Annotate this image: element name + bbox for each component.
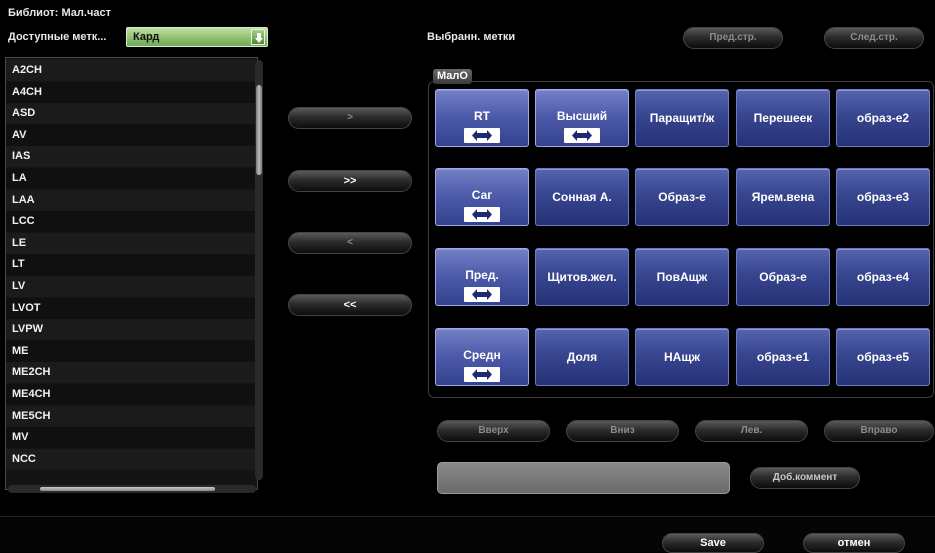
move-right-button[interactable]: Вправо <box>824 420 934 442</box>
tag-name: Доля <box>566 350 598 364</box>
tag-button[interactable]: НАщж <box>635 328 729 386</box>
next-page-button[interactable]: След.стр. <box>824 27 924 49</box>
list-item[interactable]: AV <box>6 124 256 146</box>
swap-arrows-icon <box>464 128 500 143</box>
tag-name: RT <box>474 109 490 123</box>
swap-arrows-icon <box>564 128 600 143</box>
list-item[interactable]: MV <box>6 427 256 449</box>
available-tags-list[interactable]: A2CH A4CH ASD AV IAS LA LAA LCC LE LT LV LVOT LVPW ME… <box>5 57 258 490</box>
list-item[interactable]: ME <box>6 340 256 362</box>
tag-button[interactable]: Перешеек <box>736 89 830 147</box>
list-item[interactable]: LVPW <box>6 319 256 341</box>
tag-button[interactable]: Образ-е <box>736 248 830 306</box>
tag-button[interactable]: образ-е4 <box>836 248 930 306</box>
tag-name: образ-е2 <box>856 111 910 125</box>
swap-arrows-icon <box>464 207 500 222</box>
tag-button[interactable]: образ-е2 <box>836 89 930 147</box>
list-item[interactable]: IAS <box>6 146 256 168</box>
tag-button[interactable]: Доля <box>535 328 629 386</box>
prev-page-button[interactable]: Пред.стр. <box>683 27 783 49</box>
swap-arrows-icon <box>464 367 500 382</box>
tag-name: НАщж <box>664 350 700 364</box>
list-item[interactable]: LE <box>6 232 256 254</box>
list-item[interactable]: LCC <box>6 211 256 233</box>
tag-name: Средн <box>463 348 501 362</box>
tag-button[interactable]: Ярем.вена <box>736 168 830 226</box>
move-up-button[interactable]: Вверх <box>437 420 550 442</box>
tag-button[interactable]: Высший <box>535 89 629 147</box>
tag-button[interactable]: RT <box>435 89 529 147</box>
list-item[interactable]: ME2CH <box>6 362 256 384</box>
tag-button[interactable]: ПовАщж <box>635 248 729 306</box>
tag-name: Высший <box>556 109 608 123</box>
comment-input[interactable] <box>437 462 730 494</box>
tag-button[interactable]: Паращит/ж <box>635 89 729 147</box>
list-item[interactable]: LT <box>6 254 256 276</box>
list-item[interactable]: NCC <box>6 448 256 470</box>
list-item[interactable]: LAA <box>6 189 256 211</box>
tag-name: ПовАщж <box>656 270 708 284</box>
tag-name: образ-е5 <box>856 350 910 364</box>
remove-all-tags-button[interactable]: << <box>288 294 412 316</box>
tag-name: Сонная А. <box>552 190 612 204</box>
tag-name: образ-е1 <box>756 350 810 364</box>
available-tags-label: Доступные метк... <box>8 31 107 43</box>
bottom-bar <box>0 516 935 552</box>
list-horizontal-scroll-thumb[interactable] <box>40 487 215 491</box>
tag-button[interactable]: Сонная А. <box>535 168 629 226</box>
tag-name: Образ-е <box>658 190 706 204</box>
tag-name: образ-е4 <box>856 270 910 284</box>
remove-tag-button[interactable]: < <box>288 232 412 254</box>
add-comment-button[interactable]: Доб.коммент <box>750 467 860 489</box>
list-item[interactable]: ME4CH <box>6 384 256 405</box>
tag-name: Саг <box>471 188 493 202</box>
move-left-button[interactable]: Лев. <box>695 420 808 442</box>
list-vertical-scroll-thumb[interactable] <box>256 85 262 175</box>
available-tags-dropdown[interactable]: Кард <box>126 27 268 47</box>
tag-name: Ярем.вена <box>751 190 815 204</box>
selected-tags-label: Выбранн. метки <box>427 31 516 43</box>
swap-arrows-icon <box>464 287 500 302</box>
tag-group-title: МалО <box>433 69 472 84</box>
tag-name: Щитов.жел. <box>547 270 617 284</box>
add-tag-button[interactable]: > <box>288 107 412 129</box>
list-item[interactable]: A2CH <box>6 60 256 81</box>
tag-button[interactable]: образ-е1 <box>736 328 830 386</box>
move-down-button[interactable]: Вниз <box>566 420 679 442</box>
tag-name: Пред. <box>465 268 499 282</box>
chevron-down-icon[interactable] <box>251 29 265 45</box>
tag-button[interactable]: образ-е3 <box>836 168 930 226</box>
tag-button[interactable]: Пред. <box>435 248 529 306</box>
tag-button[interactable]: Образ-е <box>635 168 729 226</box>
save-button[interactable]: Save <box>662 533 764 553</box>
tag-button[interactable]: Щитов.жел. <box>535 248 629 306</box>
list-item[interactable]: ASD <box>6 103 256 125</box>
tag-button[interactable]: образ-е5 <box>836 328 930 386</box>
list-item[interactable]: A4CH <box>6 81 256 103</box>
list-item[interactable]: LVOT <box>6 297 256 319</box>
library-label: Библиот: Мал.част <box>8 7 111 19</box>
list-item[interactable]: LA <box>6 168 256 189</box>
list-item[interactable]: ME5CH <box>6 405 256 427</box>
available-tags-value: Кард <box>133 31 160 43</box>
list-item[interactable]: LV <box>6 276 256 297</box>
cancel-button[interactable]: отмен <box>803 533 905 553</box>
tag-name: Образ-е <box>759 270 807 284</box>
tag-button[interactable]: Саг <box>435 168 529 226</box>
tag-button[interactable]: Средн <box>435 328 529 386</box>
tag-name: Перешеек <box>753 111 813 125</box>
tag-name: образ-е3 <box>856 190 910 204</box>
tag-name: Паращит/ж <box>649 111 715 125</box>
add-all-tags-button[interactable]: >> <box>288 170 412 192</box>
